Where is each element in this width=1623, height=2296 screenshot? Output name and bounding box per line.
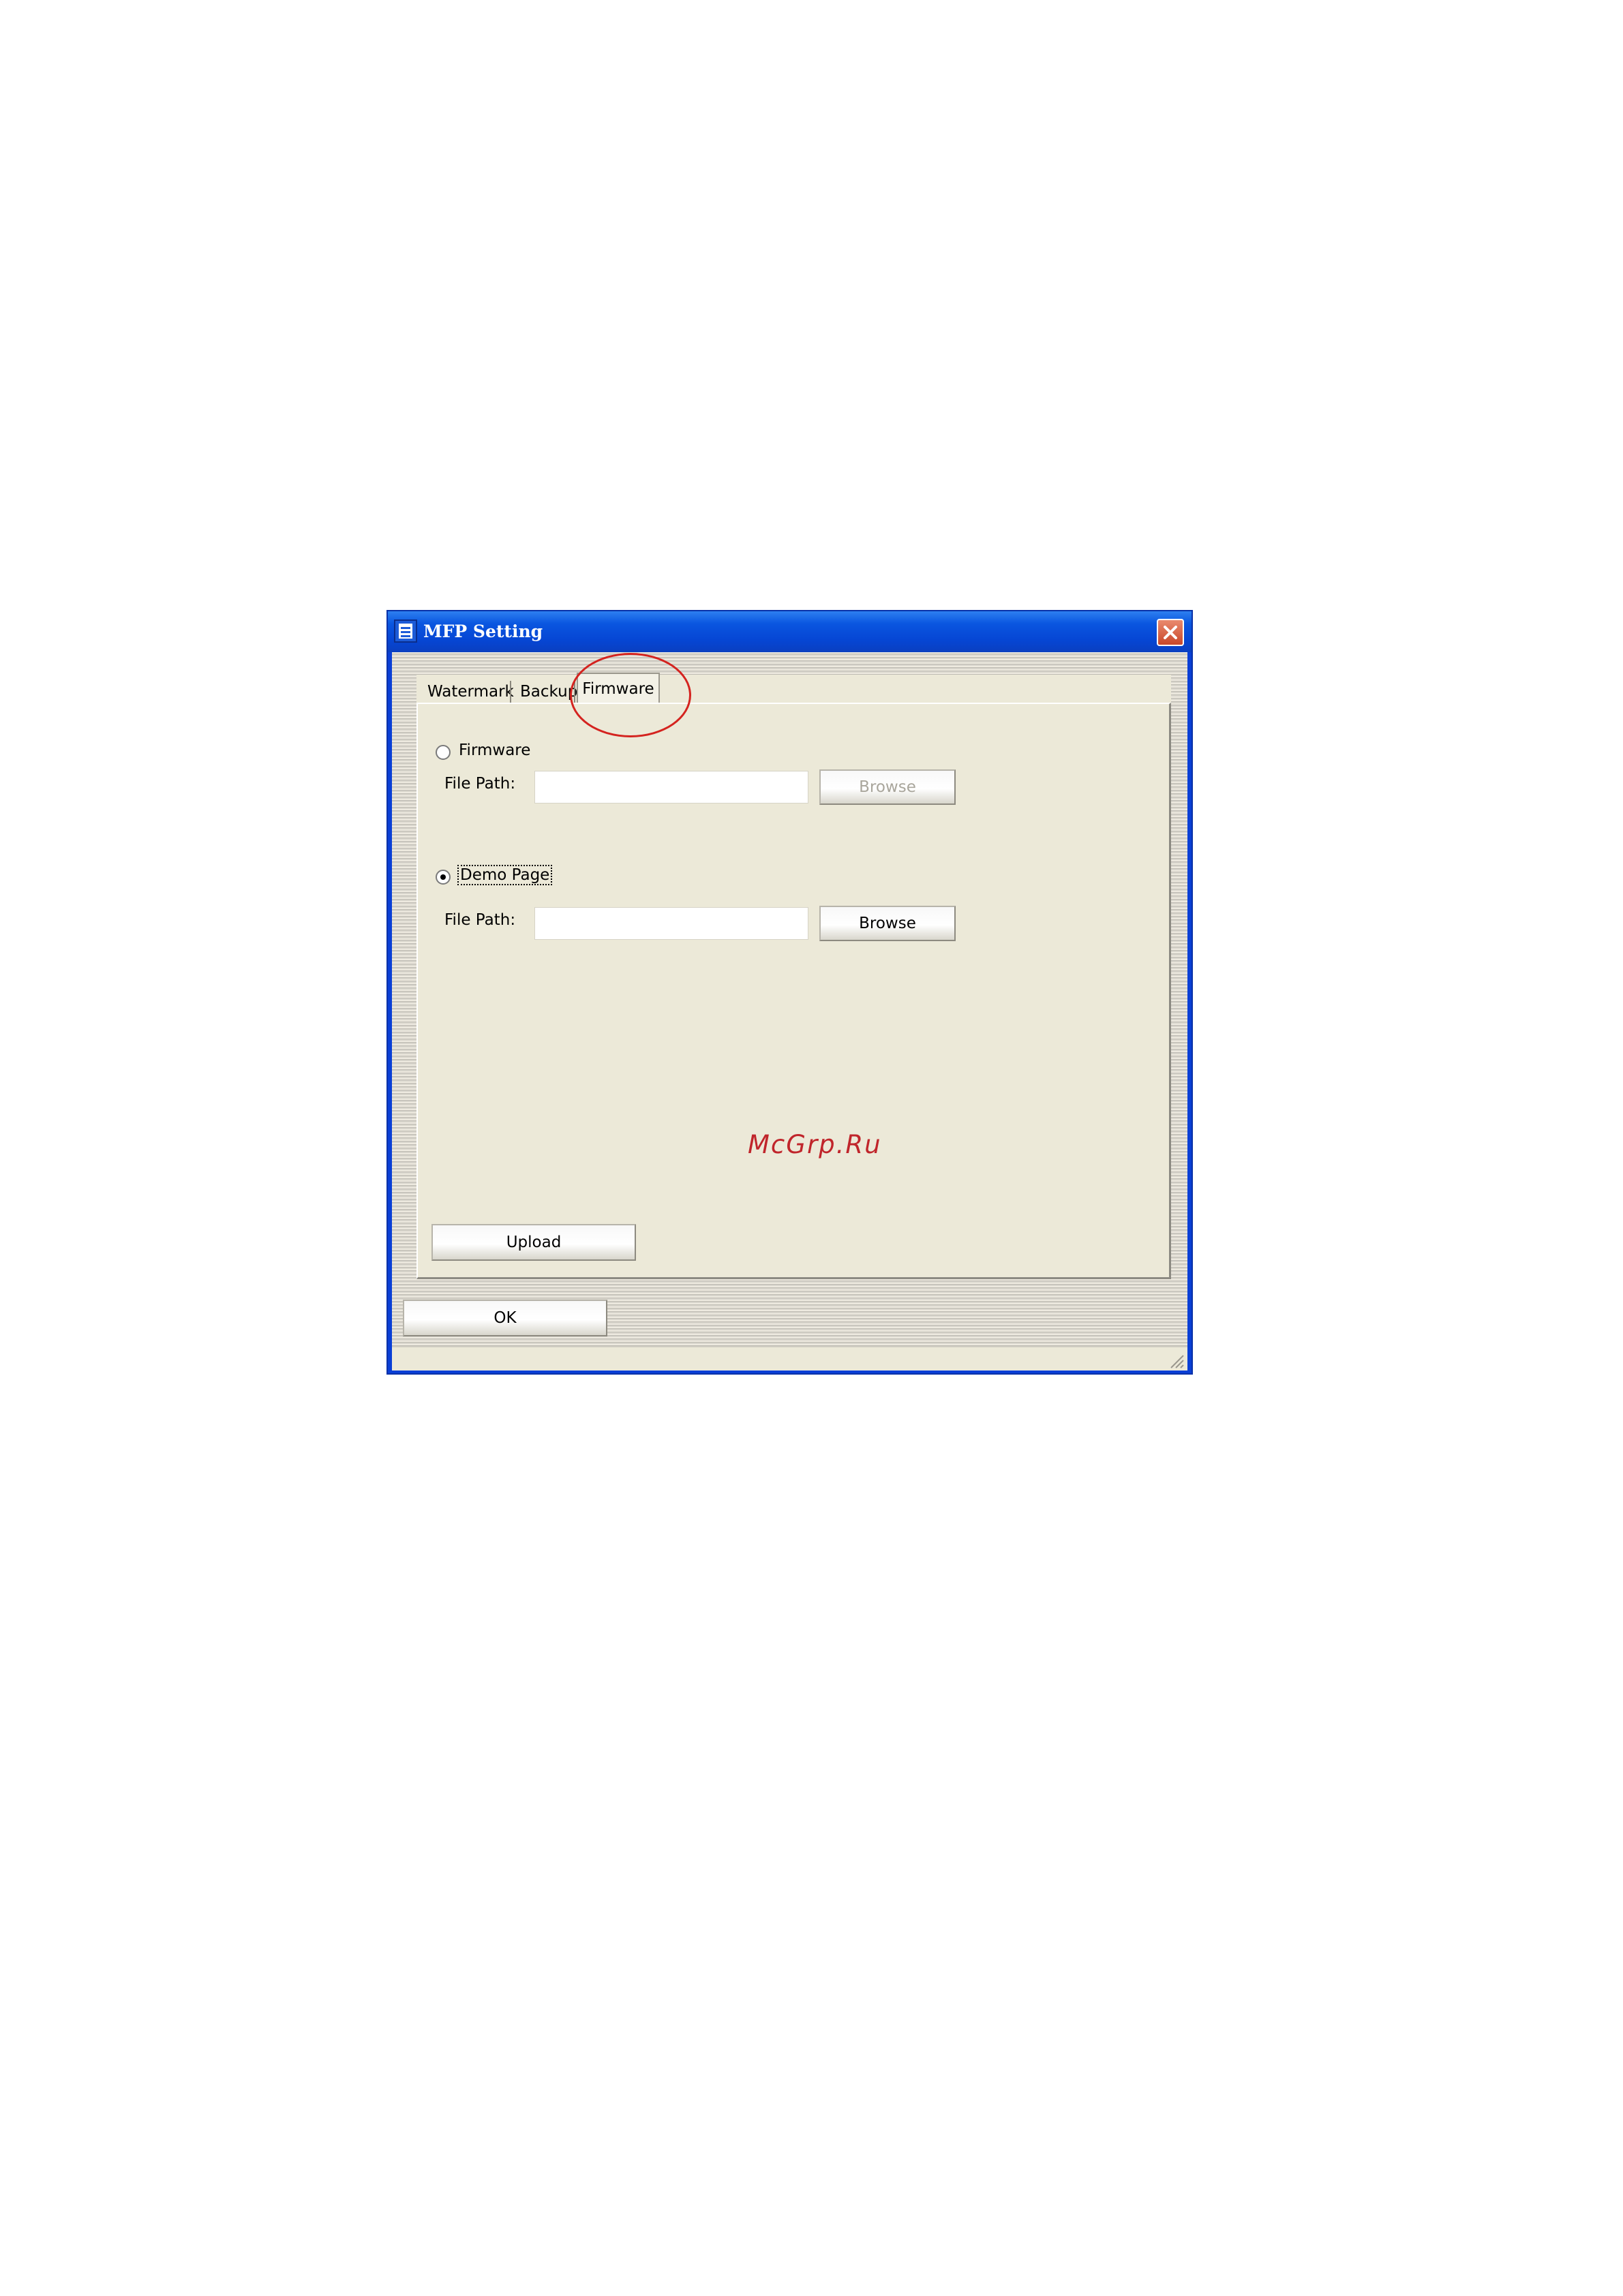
demo-page-radio[interactable]	[436, 870, 451, 885]
demo-file-path-label: File Path:	[444, 911, 516, 929]
firmware-radio[interactable]	[436, 745, 451, 760]
mfp-setting-window: MFP Setting Watermark Backup Firmware Fi…	[386, 610, 1193, 1375]
resize-grip-icon[interactable]	[1167, 1351, 1185, 1369]
close-button[interactable]	[1157, 619, 1184, 646]
firmware-tab-highlight-circle	[570, 653, 691, 737]
tab-watermark[interactable]: Watermark	[422, 679, 519, 704]
tab-divider	[510, 681, 511, 703]
firmware-radio-label[interactable]: Firmware	[459, 741, 530, 759]
window-title: MFP Setting	[423, 622, 543, 641]
firmware-file-path-label: File Path:	[444, 775, 516, 793]
ok-button[interactable]: OK	[403, 1300, 607, 1336]
upload-button[interactable]: Upload	[431, 1224, 636, 1261]
watermark-text: McGrp.Ru	[748, 1130, 882, 1159]
close-icon	[1164, 626, 1177, 639]
firmware-file-path-input[interactable]	[534, 771, 808, 803]
firmware-browse-button[interactable]: Browse	[819, 769, 956, 805]
app-window-icon	[394, 619, 417, 643]
status-bar	[392, 1346, 1187, 1371]
window-client-area: Watermark Backup Firmware Firmware File …	[392, 652, 1187, 1371]
demo-browse-button[interactable]: Browse	[819, 906, 956, 941]
demo-page-radio-label[interactable]: Demo Page	[457, 865, 553, 885]
firmware-tab-panel: Firmware File Path: Browse Demo Page Fil…	[416, 703, 1171, 1279]
title-bar[interactable]: MFP Setting	[388, 611, 1192, 652]
demo-file-path-input[interactable]	[534, 907, 808, 940]
radio-selected-dot	[440, 874, 446, 880]
